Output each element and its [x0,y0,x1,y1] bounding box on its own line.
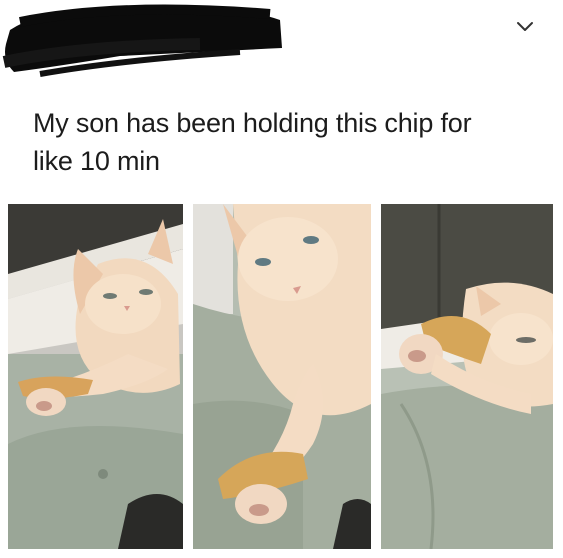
post-header [0,0,563,90]
cat-photo-3-image [381,204,553,549]
redacted-author-scribble [2,4,282,77]
cat-photo-1-image [8,204,183,549]
chevron-down-icon[interactable] [513,14,537,38]
cat-photo-3[interactable] [381,204,553,549]
photo-gallery [8,204,553,549]
post-text-line-1: My son has been holding this chip for [33,108,472,138]
cat-photo-2[interactable] [193,204,371,549]
post-text: My son has been holding this chip for li… [33,104,533,180]
cat-photo-1[interactable] [8,204,183,549]
cat-photo-2-image [193,204,371,549]
post-text-line-2: like 10 min [33,146,160,176]
